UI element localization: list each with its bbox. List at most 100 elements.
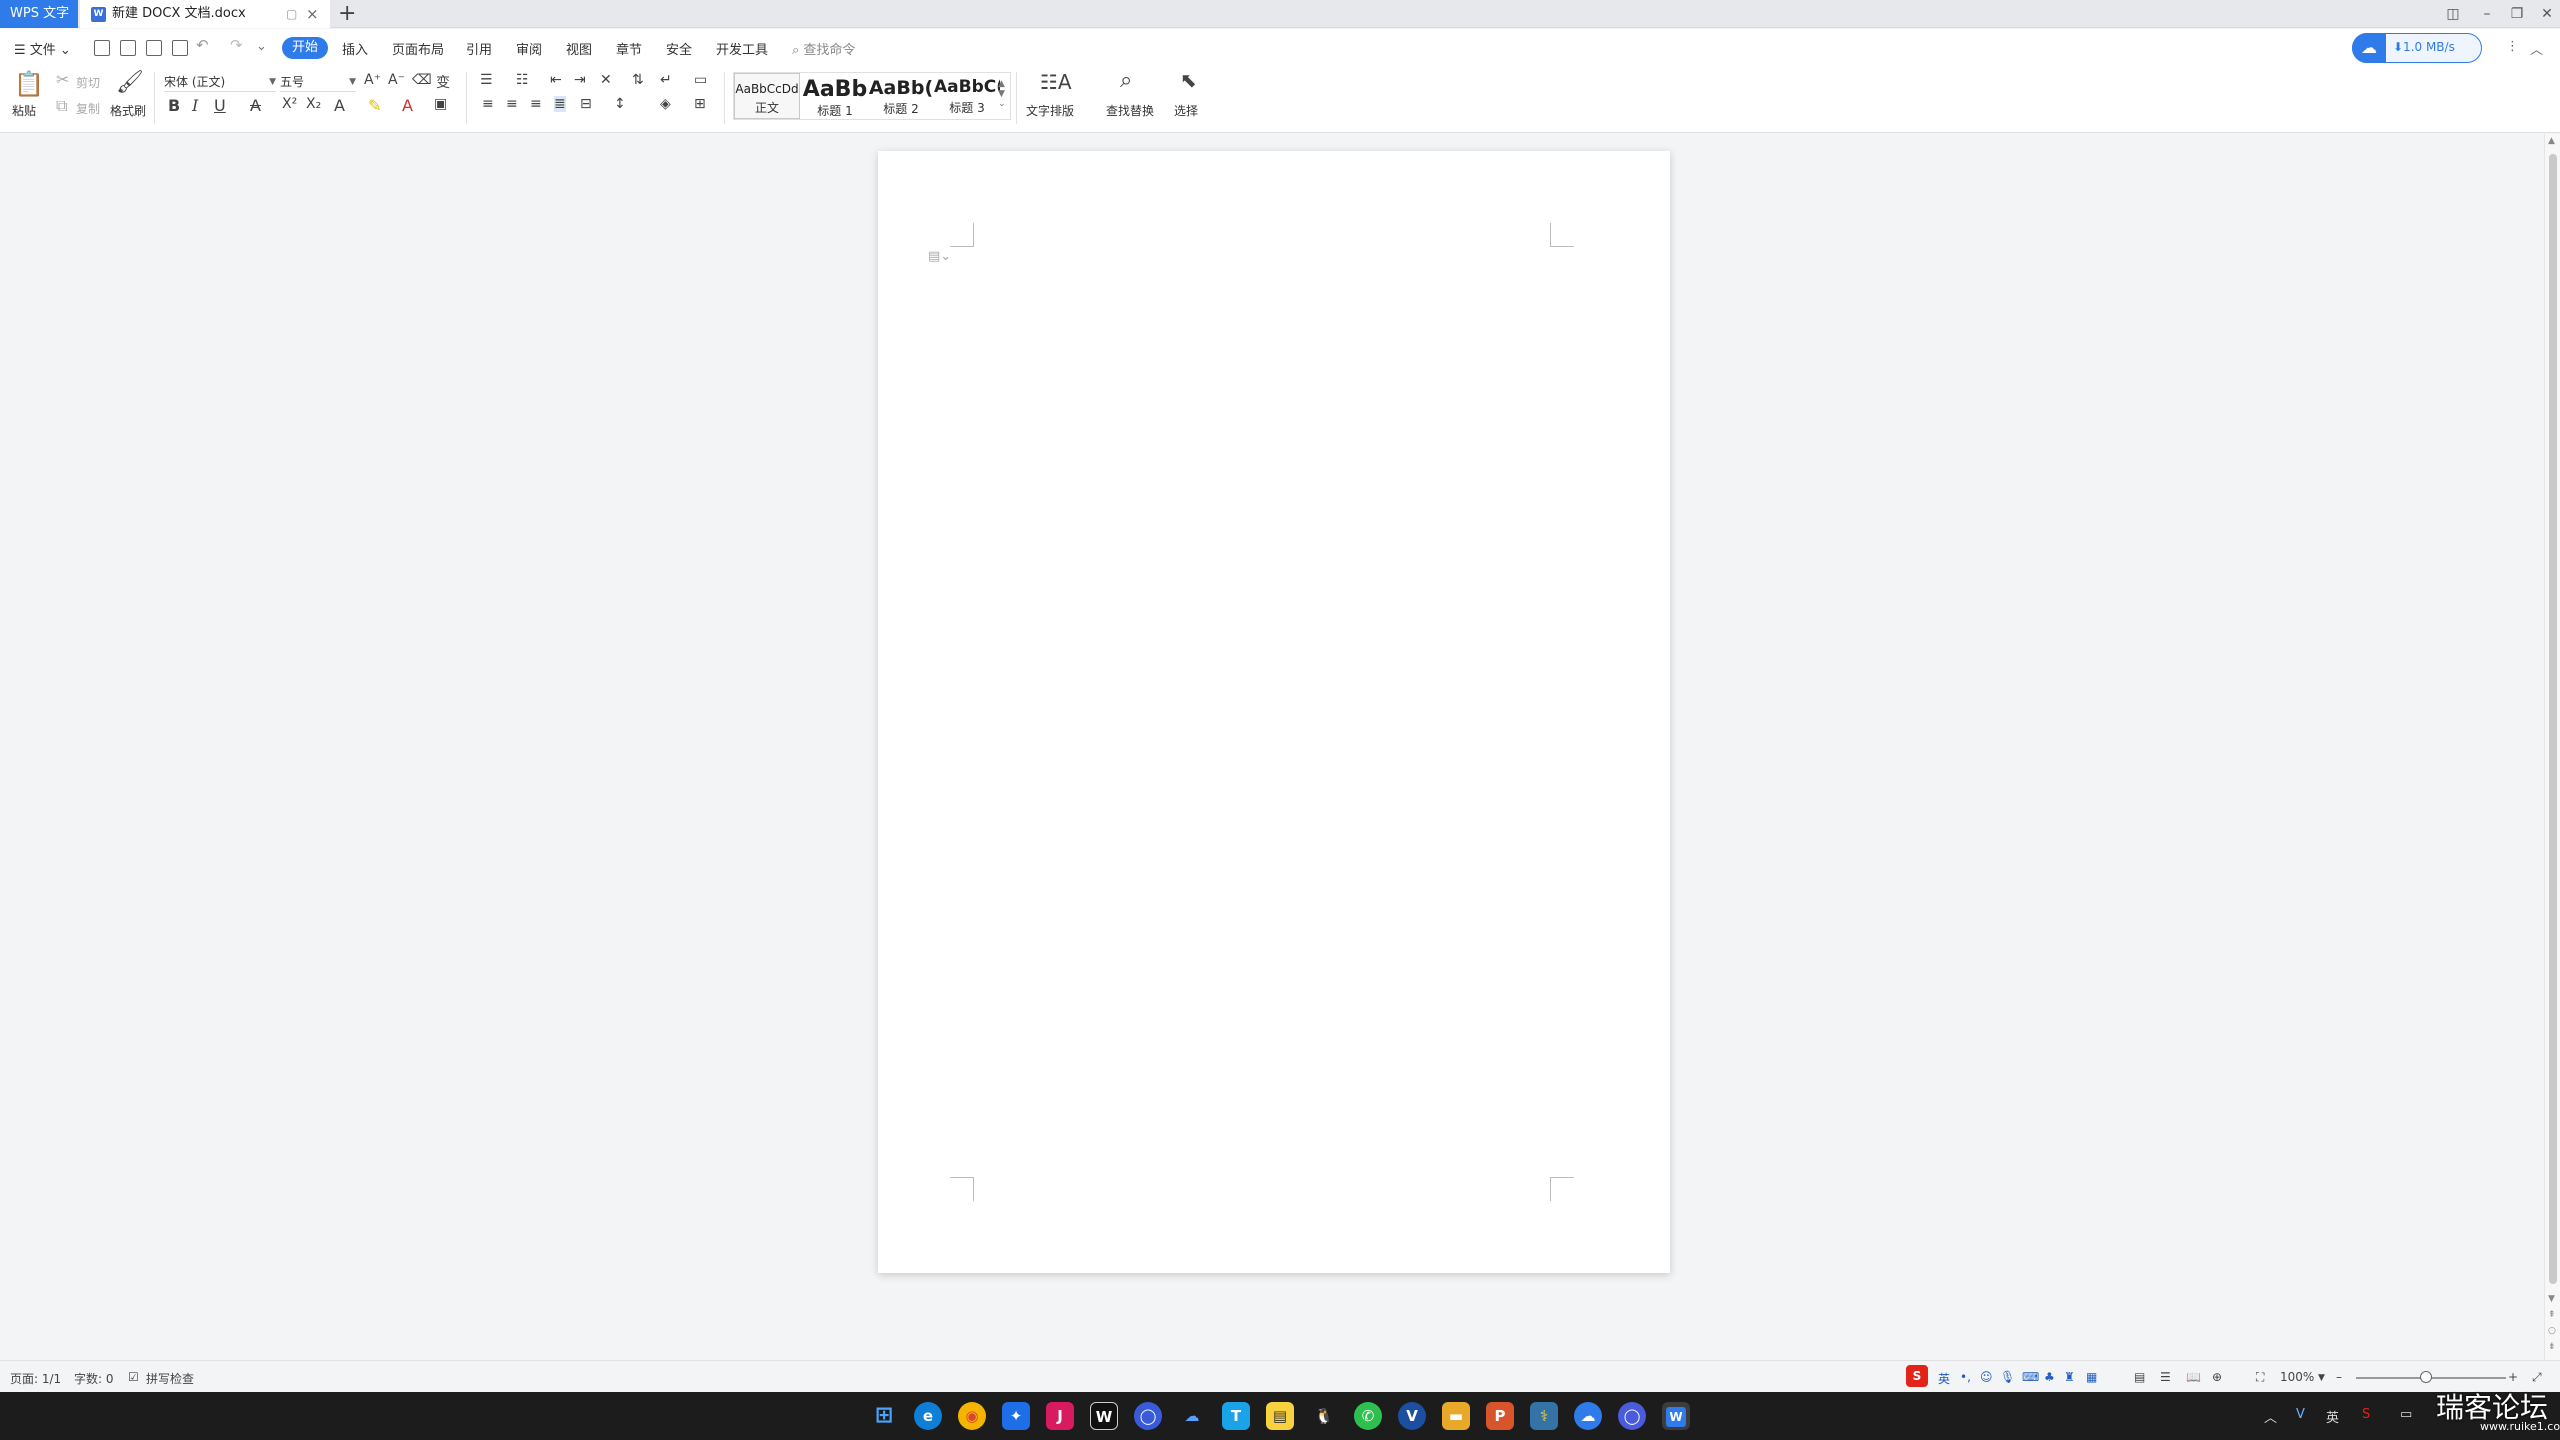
tray-sogou-icon[interactable]: S (2362, 1407, 2370, 1422)
save-icon[interactable] (94, 40, 110, 56)
powerpoint-icon[interactable]: P (1486, 1402, 1514, 1430)
shading-icon[interactable]: ◈ (660, 96, 671, 112)
copy-button[interactable]: 复制 (76, 100, 100, 117)
scroll-down-icon[interactable]: ▼ (2548, 1294, 2555, 1304)
style-heading-1[interactable]: AaBb 标题 1 (802, 73, 868, 119)
shrink-font-icon[interactable]: A⁻ (388, 72, 405, 88)
line-spacing-icon[interactable]: ↕ (614, 96, 626, 112)
format-painter-button[interactable]: 格式刷 (110, 102, 146, 119)
restore-button[interactable]: ❐ (2504, 0, 2530, 28)
clear-format-icon[interactable]: ⌫ (412, 72, 432, 88)
page-count[interactable]: 页面: 1/1 (10, 1370, 61, 1387)
tray-notification-icon[interactable]: ▭ (2400, 1407, 2412, 1422)
close-window-button[interactable]: ✕ (2534, 0, 2560, 28)
chrome-browser-icon[interactable]: ◉ (958, 1402, 986, 1430)
print-layout-view-icon[interactable]: ▤ (2134, 1370, 2145, 1384)
paragraph-handle-icon[interactable]: ▤⌄ (928, 249, 951, 264)
numbered-list-icon[interactable]: ☷ (516, 72, 529, 88)
underline-icon[interactable]: U (214, 96, 226, 115)
paste-icon[interactable]: 📋 (14, 70, 44, 98)
redo-icon[interactable]: ↷ (230, 36, 243, 54)
highlight-icon[interactable]: ✎ (368, 96, 381, 115)
collapse-ribbon-icon[interactable]: ︿ (2530, 39, 2543, 58)
webstorm-app-icon[interactable]: W (1090, 1402, 1118, 1430)
cloud-app-icon[interactable]: ☁ (1574, 1402, 1602, 1430)
align-left-icon[interactable]: ≡ (482, 96, 494, 112)
windows-start-icon[interactable]: ⊞ (870, 1402, 898, 1430)
tab-wps-home[interactable]: WPS 文字 (0, 0, 78, 28)
microphone-icon[interactable]: 🎙 (2000, 1370, 2015, 1384)
font-name-select[interactable]: 宋体 (正文) ▼ (164, 72, 276, 92)
command-search[interactable]: ⌕ 查找命令 (792, 39, 855, 58)
app-circle-icon[interactable]: ◯ (1134, 1402, 1162, 1430)
file-explorer-icon[interactable]: ▬ (1442, 1402, 1470, 1430)
decrease-indent-icon[interactable]: ⇤ (550, 72, 562, 88)
wps-writer-taskbar-icon[interactable]: W (1662, 1402, 1690, 1430)
find-replace-button[interactable]: 查找替换 (1106, 102, 1154, 119)
file-menu[interactable]: ☰ 文件 ⌄ (14, 39, 71, 58)
zoom-out-button[interactable]: – (2336, 1370, 2342, 1384)
phonetic-guide-icon[interactable]: 变 (436, 72, 450, 92)
punctuation-icon[interactable]: •, (1960, 1370, 1971, 1384)
close-tab-icon[interactable]: × (306, 0, 319, 28)
tab-chapter[interactable]: 章节 (616, 39, 642, 58)
edge-browser-icon[interactable]: e (914, 1402, 942, 1430)
qq-icon[interactable]: 🐧 (1310, 1402, 1338, 1430)
style-heading-2[interactable]: AaBb( 标题 2 (868, 73, 934, 119)
distributed-icon[interactable]: ⊟ (580, 96, 592, 112)
style-normal[interactable]: AaBbCcDd 正文 (734, 73, 800, 119)
tray-expand-icon[interactable]: ︿ (2264, 1407, 2277, 1426)
scroll-thumb[interactable] (2549, 154, 2557, 1284)
export-pdf-icon[interactable] (120, 40, 136, 56)
text-effects-icon[interactable]: A (334, 96, 345, 115)
tab-review[interactable]: 审阅 (516, 39, 542, 58)
outline-view-icon[interactable]: ☰ (2160, 1370, 2171, 1384)
tab-developer[interactable]: 开发工具 (716, 39, 768, 58)
select-browse-icon[interactable]: ○ (2548, 1326, 2556, 1336)
vpn-app-icon[interactable]: V (1398, 1402, 1426, 1430)
keyboard-icon[interactable]: ⌨ (2022, 1370, 2039, 1384)
customize-qat-icon[interactable]: ⌄ (256, 39, 267, 54)
tab-references[interactable]: 引用 (466, 39, 492, 58)
reading-view-icon[interactable]: 📖 (2186, 1370, 2201, 1384)
magnifier-icon[interactable]: ⌕ (1120, 68, 1132, 93)
bold-icon[interactable]: B (168, 96, 180, 115)
minimize-button[interactable]: – (2474, 0, 2500, 28)
vertical-scrollbar[interactable]: ▲ ▼ ⇞ ○ ⇟ (2544, 134, 2560, 1360)
style-scroll-icon[interactable]: ▲ ▼ ⌄ (998, 79, 1006, 109)
superscript-icon[interactable]: X² (282, 96, 297, 112)
notes-app-icon[interactable]: T (1222, 1402, 1250, 1430)
baidu-netdisk-icon[interactable]: ☁ (1178, 1402, 1206, 1430)
align-center-icon[interactable]: ≡ (506, 96, 518, 112)
chinese-layout-icon[interactable]: ✕ (600, 72, 612, 88)
align-right-icon[interactable]: ≡ (530, 96, 542, 112)
show-marks-icon[interactable]: ↵ (660, 72, 672, 88)
fit-page-icon[interactable]: ⛶ (2256, 1370, 2264, 1385)
user-icon[interactable]: ♣ (2044, 1370, 2055, 1384)
skin-icon[interactable]: ♜ (2064, 1370, 2075, 1384)
table-grid-icon[interactable]: ▭ (694, 72, 707, 88)
paste-button-label[interactable]: 粘贴 (12, 102, 36, 119)
cursor-icon[interactable]: ⬉ (1180, 68, 1197, 92)
zoom-in-button[interactable]: + (2508, 1370, 2518, 1384)
cut-button[interactable]: 剪切 (76, 74, 100, 91)
subscript-icon[interactable]: X₂ (306, 96, 321, 112)
sticky-notes-icon[interactable]: ▤ (1266, 1402, 1294, 1430)
layout-toggle-icon[interactable]: ◫ (2440, 0, 2466, 28)
fullscreen-icon[interactable]: ⤢ (2532, 1370, 2542, 1385)
style-heading-3[interactable]: AaBbC( 标题 3 (934, 73, 1000, 119)
char-border-icon[interactable]: ▣ (434, 96, 447, 112)
tray-vpn-icon[interactable]: V (2296, 1407, 2305, 1422)
tab-page-layout[interactable]: 页面布局 (392, 39, 444, 58)
borders-icon[interactable]: ⊞ (694, 96, 706, 112)
web-view-icon[interactable]: ⊕ (2212, 1370, 2222, 1384)
increase-indent-icon[interactable]: ⇥ (574, 72, 586, 88)
tab-insert[interactable]: 插入 (342, 39, 368, 58)
print-preview-icon[interactable] (172, 40, 188, 56)
font-size-select[interactable]: 五号 ▼ (280, 72, 356, 92)
new-tab-button[interactable]: + (338, 0, 356, 28)
tab-document[interactable]: W 新建 DOCX 文档.docx ▢ × (80, 0, 330, 28)
tray-lang[interactable]: 英 (2326, 1407, 2339, 1426)
print-icon[interactable] (146, 40, 162, 56)
cloud-sync-widget[interactable]: ☁ ⬇1.0 MB/s (2352, 33, 2482, 63)
